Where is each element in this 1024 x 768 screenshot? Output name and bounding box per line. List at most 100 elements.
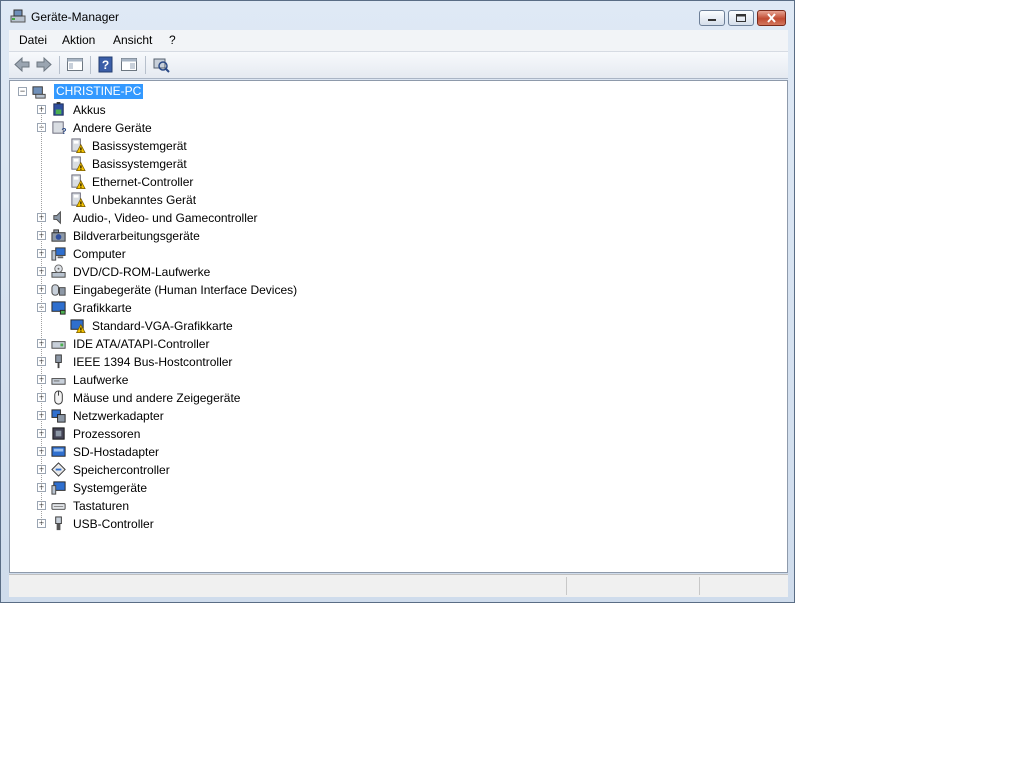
tree-category-item[interactable]: + Netzwerkadapter — [10, 407, 770, 425]
display-adapter-icon — [51, 300, 68, 317]
warning-device-icon — [70, 138, 87, 155]
tree-device-item[interactable]: Basissystemgerät — [10, 137, 770, 155]
status-pane — [699, 577, 788, 595]
hid-icon — [51, 284, 66, 296]
tree-category-item[interactable]: + Audio-, Video- und Gamecontroller — [10, 209, 770, 227]
tree-category-item[interactable]: + IDE ATA/ATAPI-Controller — [10, 335, 770, 353]
vga-icon — [70, 318, 87, 335]
tree-connector-line — [41, 109, 42, 524]
disk-drive-icon — [51, 372, 68, 389]
forward-icon[interactable] — [35, 56, 53, 73]
tree-category-item[interactable]: + DVD/CD-ROM-Laufwerke — [10, 263, 770, 281]
menu-ansicht[interactable]: Ansicht — [111, 33, 154, 47]
tree-category-item[interactable]: + Laufwerke — [10, 371, 770, 389]
tree-category-item[interactable]: − Grafikkarte — [10, 299, 770, 317]
show-hide-console-tree-icon[interactable] — [66, 56, 84, 73]
status-pane — [566, 577, 699, 595]
tree-category-item[interactable]: + Eingabegeräte (Human Interface Devices) — [10, 281, 770, 299]
ide-controller-icon — [51, 341, 66, 349]
warning-device-icon — [71, 174, 86, 189]
tree-category-label: Bildverarbeitungsgeräte — [73, 229, 200, 243]
tree-device-label: Basissystemgerät — [92, 157, 187, 171]
tree-root-label: CHRISTINE-PC — [54, 84, 144, 99]
tree-category-label: Andere Geräte — [73, 121, 152, 135]
firewire-icon — [51, 354, 68, 371]
collapse-root-toggle[interactable]: − — [18, 87, 27, 96]
storage-controller-icon — [51, 462, 66, 477]
tree-root-computer[interactable]: − CHRISTINE-PC — [10, 83, 770, 101]
tree-category-label: Audio-, Video- und Gamecontroller — [73, 211, 258, 225]
tree-category-label: Akkus — [73, 103, 106, 117]
computer-icon — [51, 246, 68, 263]
computer-root-icon — [32, 84, 49, 101]
warning-device-icon — [71, 156, 86, 171]
tree-category-label: Systemgeräte — [73, 481, 148, 495]
vga-icon — [70, 319, 86, 333]
tree-category-label: Grafikkarte — [73, 301, 132, 315]
tree-category-item[interactable]: + IEEE 1394 Bus-Hostcontroller — [10, 353, 770, 371]
tree-device-label: Unbekanntes Gerät — [92, 193, 197, 207]
battery-icon — [53, 102, 64, 116]
speaker-icon — [51, 210, 68, 227]
tree-category-item[interactable]: + Systemgeräte — [10, 479, 770, 497]
svg-text:?: ? — [102, 58, 109, 72]
back-icon[interactable] — [13, 56, 31, 73]
help-icon[interactable]: ? — [97, 56, 115, 73]
minimize-button[interactable] — [699, 10, 725, 26]
close-button[interactable] — [757, 10, 786, 26]
tree-category-label: Eingabegeräte (Human Interface Devices) — [73, 283, 298, 297]
toolbar: ? — [9, 52, 788, 79]
tree-category-item[interactable]: + Computer — [10, 245, 770, 263]
display-adapter-icon — [51, 301, 66, 315]
menu-datei[interactable]: Datei — [17, 33, 49, 47]
tree-category-label: Speichercontroller — [73, 463, 170, 477]
device-manager-window: Geräte-Manager Datei Aktion Ansicht ? ? … — [0, 0, 795, 603]
menu-aktion[interactable]: Aktion — [60, 33, 97, 47]
sd-card-icon — [51, 446, 66, 457]
title-bar[interactable]: Geräte-Manager — [1, 1, 794, 29]
tree-category-item[interactable]: + Akkus — [10, 101, 770, 119]
tree-device-item[interactable]: Basissystemgerät — [10, 155, 770, 173]
minimize-icon — [708, 19, 716, 21]
tree-device-item[interactable]: Standard-VGA-Grafikkarte — [10, 317, 770, 335]
device-tree[interactable]: − CHRISTINE-PC + Akkus −? Andere Geräte Basiss… — [9, 80, 788, 573]
battery-icon — [51, 102, 68, 119]
tree-category-item[interactable]: + Tastaturen — [10, 497, 770, 515]
maximize-button[interactable] — [728, 10, 754, 26]
status-bar — [9, 574, 788, 597]
tree-category-item[interactable]: −? Andere Geräte — [10, 119, 770, 137]
warning-device-icon — [71, 192, 86, 207]
sd-card-icon — [51, 444, 68, 461]
unknown-device-icon: ? — [52, 121, 67, 136]
tree-category-item[interactable]: + USB-Controller — [10, 515, 770, 533]
properties-icon[interactable] — [120, 56, 138, 73]
maximize-icon — [736, 14, 746, 22]
hid-icon — [51, 282, 68, 299]
tree-category-item[interactable]: + Prozessoren — [10, 425, 770, 443]
firewire-icon — [55, 354, 62, 369]
tree-category-label: Tastaturen — [73, 499, 130, 513]
warning-device-icon — [70, 174, 87, 191]
menu-bar: Datei Aktion Ansicht ? — [9, 30, 788, 52]
warning-device-icon — [70, 192, 87, 209]
network-adapter-icon — [51, 409, 66, 423]
scan-hardware-icon[interactable] — [152, 56, 170, 73]
mouse-icon — [54, 390, 63, 405]
keyboard-icon — [51, 498, 68, 515]
warning-device-icon — [71, 138, 86, 153]
menu-help[interactable]: ? — [167, 33, 178, 47]
tree-device-label: Basissystemgerät — [92, 139, 187, 153]
tree-category-item[interactable]: + Bildverarbeitungsgeräte — [10, 227, 770, 245]
tree-category-item[interactable]: + Mäuse und andere Zeigegeräte — [10, 389, 770, 407]
tree-category-item[interactable]: + Speichercontroller — [10, 461, 770, 479]
speaker-icon — [53, 210, 61, 225]
tree-category-item[interactable]: + SD-Hostadapter — [10, 443, 770, 461]
tree-category-label: Computer — [73, 247, 126, 261]
dvd-drive-icon — [51, 264, 66, 278]
mouse-icon — [51, 390, 68, 407]
tree-device-item[interactable]: Unbekanntes Gerät — [10, 191, 770, 209]
window-title: Geräte-Manager — [31, 10, 120, 24]
tree-category-label: Prozessoren — [73, 427, 141, 441]
usb-icon — [51, 516, 68, 533]
tree-device-item[interactable]: Ethernet-Controller — [10, 173, 770, 191]
